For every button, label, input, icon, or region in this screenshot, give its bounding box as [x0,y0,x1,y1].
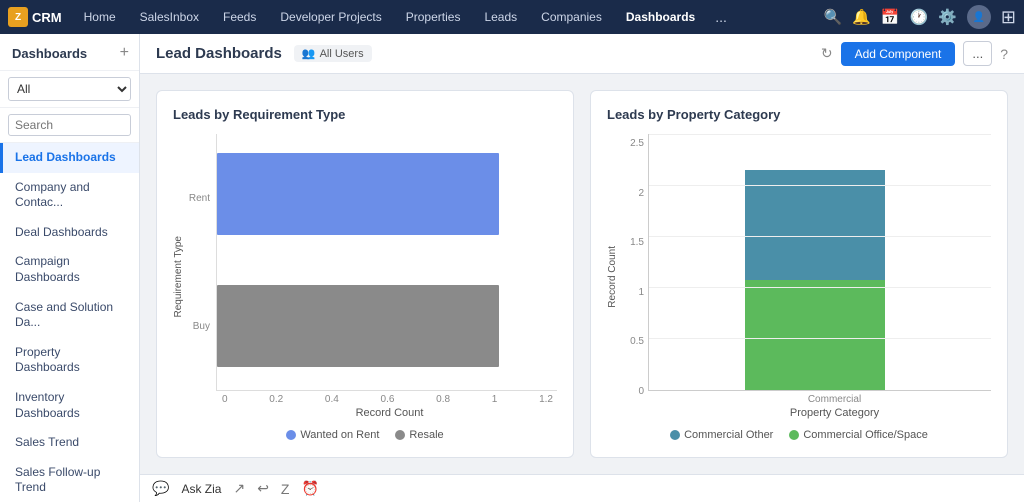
calendar-icon[interactable]: 📅 [881,8,900,26]
topnav-right: 🔍 🔔 📅 🕐 ⚙️ 👤 ⊞ [823,5,1016,29]
chart1-x-label-12: 1.2 [539,394,553,405]
sidebar-item-deal-dashboards[interactable]: Deal Dashboards [0,218,139,248]
nav-item-home[interactable]: Home [74,6,126,28]
chart2-x-axis-title: Property Category [648,407,991,419]
chart2-y-05: 0.5 [630,336,644,347]
content-header-actions: ↻ Add Component ... ? [821,41,1008,66]
sidebar-filter-select[interactable]: All [8,77,131,101]
share-icon[interactable]: ↗ [233,480,245,497]
chart2-y-2: 2 [638,188,644,199]
legend-dot-commercial-other [670,430,680,440]
sidebar-item-case-solution[interactable]: Case and Solution Da... [0,293,139,338]
chart1-x-label-06: 0.6 [381,394,395,405]
chart-card-1: Leads by Requirement Type Requirement Ty… [156,90,574,458]
logo-icon: Z [8,7,28,27]
nav-item-salesinbox[interactable]: SalesInbox [130,6,209,28]
sidebar-add-button[interactable]: + [120,44,129,62]
all-users-label: All Users [320,48,364,60]
sidebar-item-lead-dashboards[interactable]: Lead Dashboards [0,143,139,173]
undo-icon[interactable]: ↩ [257,480,269,497]
legend-item-rent: Wanted on Rent [286,429,379,441]
legend-item-commercial-office: Commercial Office/Space [789,429,928,441]
chat-icon[interactable]: 💬 [152,480,169,497]
chart1-x-label-0: 0 [222,394,228,405]
sidebar-item-inventory-dashboards[interactable]: Inventory Dashboards [0,383,139,428]
chart2-y-0: 0 [638,386,644,397]
bottom-bar: 💬 Ask Zia ↗ ↩ Z ⏰ [140,474,1024,502]
nav-item-developer-projects[interactable]: Developer Projects [270,6,391,28]
sidebar-item-property-dashboards[interactable]: Property Dashboards [0,338,139,383]
chart1-title: Leads by Requirement Type [173,107,557,122]
chart1-x-label-1: 1 [492,394,498,405]
chart1-bar-rent [217,153,499,235]
more-button[interactable]: ... [963,41,992,66]
chart1-x-label-08: 0.8 [436,394,450,405]
nav-item-companies[interactable]: Companies [531,6,612,28]
users-icon: 👥 [302,47,316,60]
add-component-button[interactable]: Add Component [841,42,956,66]
chart2-seg-commercial-other [745,170,885,280]
grid-icon[interactable]: ⊞ [1001,7,1016,28]
chart1-y-axis-title: Requirement Type [173,236,184,318]
avatar[interactable]: 👤 [967,5,991,29]
refresh-button[interactable]: ↻ [821,45,833,62]
chart1-y-label-buy: Buy [193,321,210,332]
alarm-icon[interactable]: ⏰ [301,480,318,497]
logo[interactable]: Z CRM [8,7,62,27]
nav-item-dashboards[interactable]: Dashboards [616,6,705,28]
page-title: Lead Dashboards [156,45,282,62]
chart1-bar-buy [217,285,499,367]
chart1-x-axis-title: Record Count [186,407,557,419]
logo-text: CRM [32,10,62,25]
nav-item-leads[interactable]: Leads [474,6,527,28]
chart2-legend: Commercial Other Commercial Office/Space [607,429,991,441]
search-input[interactable] [8,114,131,136]
nav-item-feeds[interactable]: Feeds [213,6,266,28]
chart1-x-label-02: 0.2 [269,394,283,405]
ask-zia-label[interactable]: Ask Zia [181,482,221,496]
chart1-legend: Wanted on Rent Resale [173,429,557,441]
content-header: Lead Dashboards 👥 All Users ↻ Add Compon… [140,34,1024,74]
chart-card-2: Leads by Property Category Record Count … [590,90,1008,458]
bell-icon[interactable]: 🔔 [852,8,871,26]
chart2-y-1: 1 [638,287,644,298]
sidebar-search [0,108,139,143]
gear-icon[interactable]: ⚙️ [938,8,957,26]
chart2-x-label: Commercial [808,394,861,405]
sidebar-item-campaign-dashboards[interactable]: Campaign Dashboards [0,247,139,292]
sidebar-filter: All [0,71,139,108]
all-users-badge[interactable]: 👥 All Users [294,45,372,62]
chart2-y-25: 2.5 [630,138,644,149]
chart2-bar-group [745,170,885,390]
legend-item-commercial-other: Commercial Other [670,429,773,441]
main-layout: Dashboards + All Lead Dashboards Company… [0,34,1024,502]
chart2-title: Leads by Property Category [607,107,991,122]
content-area: Lead Dashboards 👥 All Users ↻ Add Compon… [140,34,1024,502]
zia-icon[interactable]: Z [281,481,290,497]
clock-icon[interactable]: 🕐 [910,8,929,26]
top-nav: Z CRM Home SalesInbox Feeds Developer Pr… [0,0,1024,34]
legend-dot-commercial-office [789,430,799,440]
sidebar-item-sales-trend[interactable]: Sales Trend [0,428,139,458]
chart2-seg-commercial-office [745,280,885,390]
sidebar-item-company-contact[interactable]: Company and Contac... [0,173,139,218]
legend-dot-rent [286,430,296,440]
legend-item-resale: Resale [395,429,443,441]
legend-dot-resale [395,430,405,440]
chart2-y-axis-title: Record Count [607,246,618,308]
nav-more-button[interactable]: ... [709,5,733,29]
sidebar-title: Dashboards [12,46,87,61]
sidebar-item-sales-followup-trend[interactable]: Sales Follow-up Trend [0,458,139,502]
dashboard-content: Leads by Requirement Type Requirement Ty… [140,74,1024,474]
chart1-y-label-rent: Rent [189,193,210,204]
nav-item-properties[interactable]: Properties [396,6,471,28]
sidebar-nav: Lead Dashboards Company and Contac... De… [0,143,139,502]
chart1-x-label-04: 0.4 [325,394,339,405]
search-icon[interactable]: 🔍 [823,8,842,26]
help-button[interactable]: ? [1000,46,1008,62]
sidebar-header: Dashboards + [0,34,139,71]
chart2-y-15: 1.5 [630,237,644,248]
sidebar: Dashboards + All Lead Dashboards Company… [0,34,140,502]
